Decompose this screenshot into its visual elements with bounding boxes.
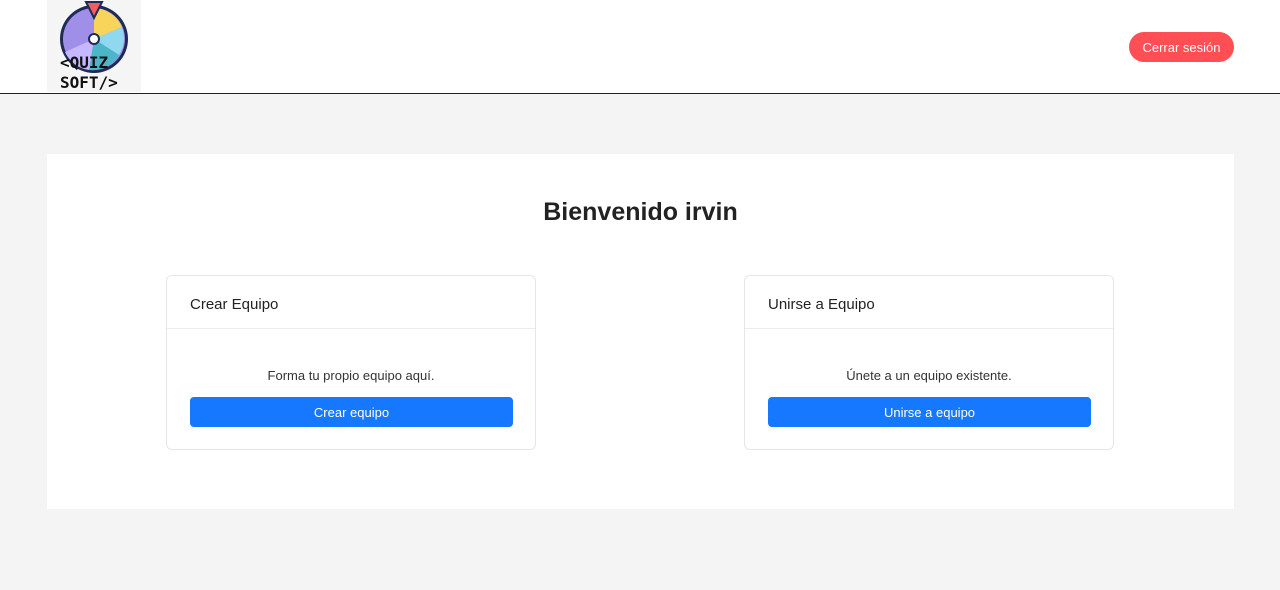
join-team-card-title: Unirse a Equipo <box>745 276 1113 329</box>
create-team-card-title: Crear Equipo <box>167 276 535 329</box>
create-team-card: Crear Equipo Forma tu propio equipo aquí… <box>166 275 536 450</box>
top-header: <QUIZ SOFT/> Cerrar sesión <box>0 0 1280 94</box>
quiz-wheel-logo-icon: <QUIZ SOFT/> <box>60 1 128 92</box>
dashboard-panel: Bienvenido irvin Crear Equipo Forma tu p… <box>47 154 1234 509</box>
join-team-description: Únete a un equipo existente. <box>846 368 1012 383</box>
logo-line2-text: SOFT/> <box>60 73 118 92</box>
welcome-title: Bienvenido irvin <box>543 198 738 226</box>
logout-button[interactable]: Cerrar sesión <box>1129 32 1234 62</box>
create-team-button[interactable]: Crear equipo <box>190 397 513 427</box>
quizsoft-logo[interactable]: <QUIZ SOFT/> <box>47 0 141 92</box>
join-team-button[interactable]: Unirse a equipo <box>768 397 1091 427</box>
logo-line1-text: <QUIZ <box>60 53 109 72</box>
join-team-card: Unirse a Equipo Únete a un equipo existe… <box>744 275 1114 450</box>
create-team-description: Forma tu propio equipo aquí. <box>267 368 435 383</box>
